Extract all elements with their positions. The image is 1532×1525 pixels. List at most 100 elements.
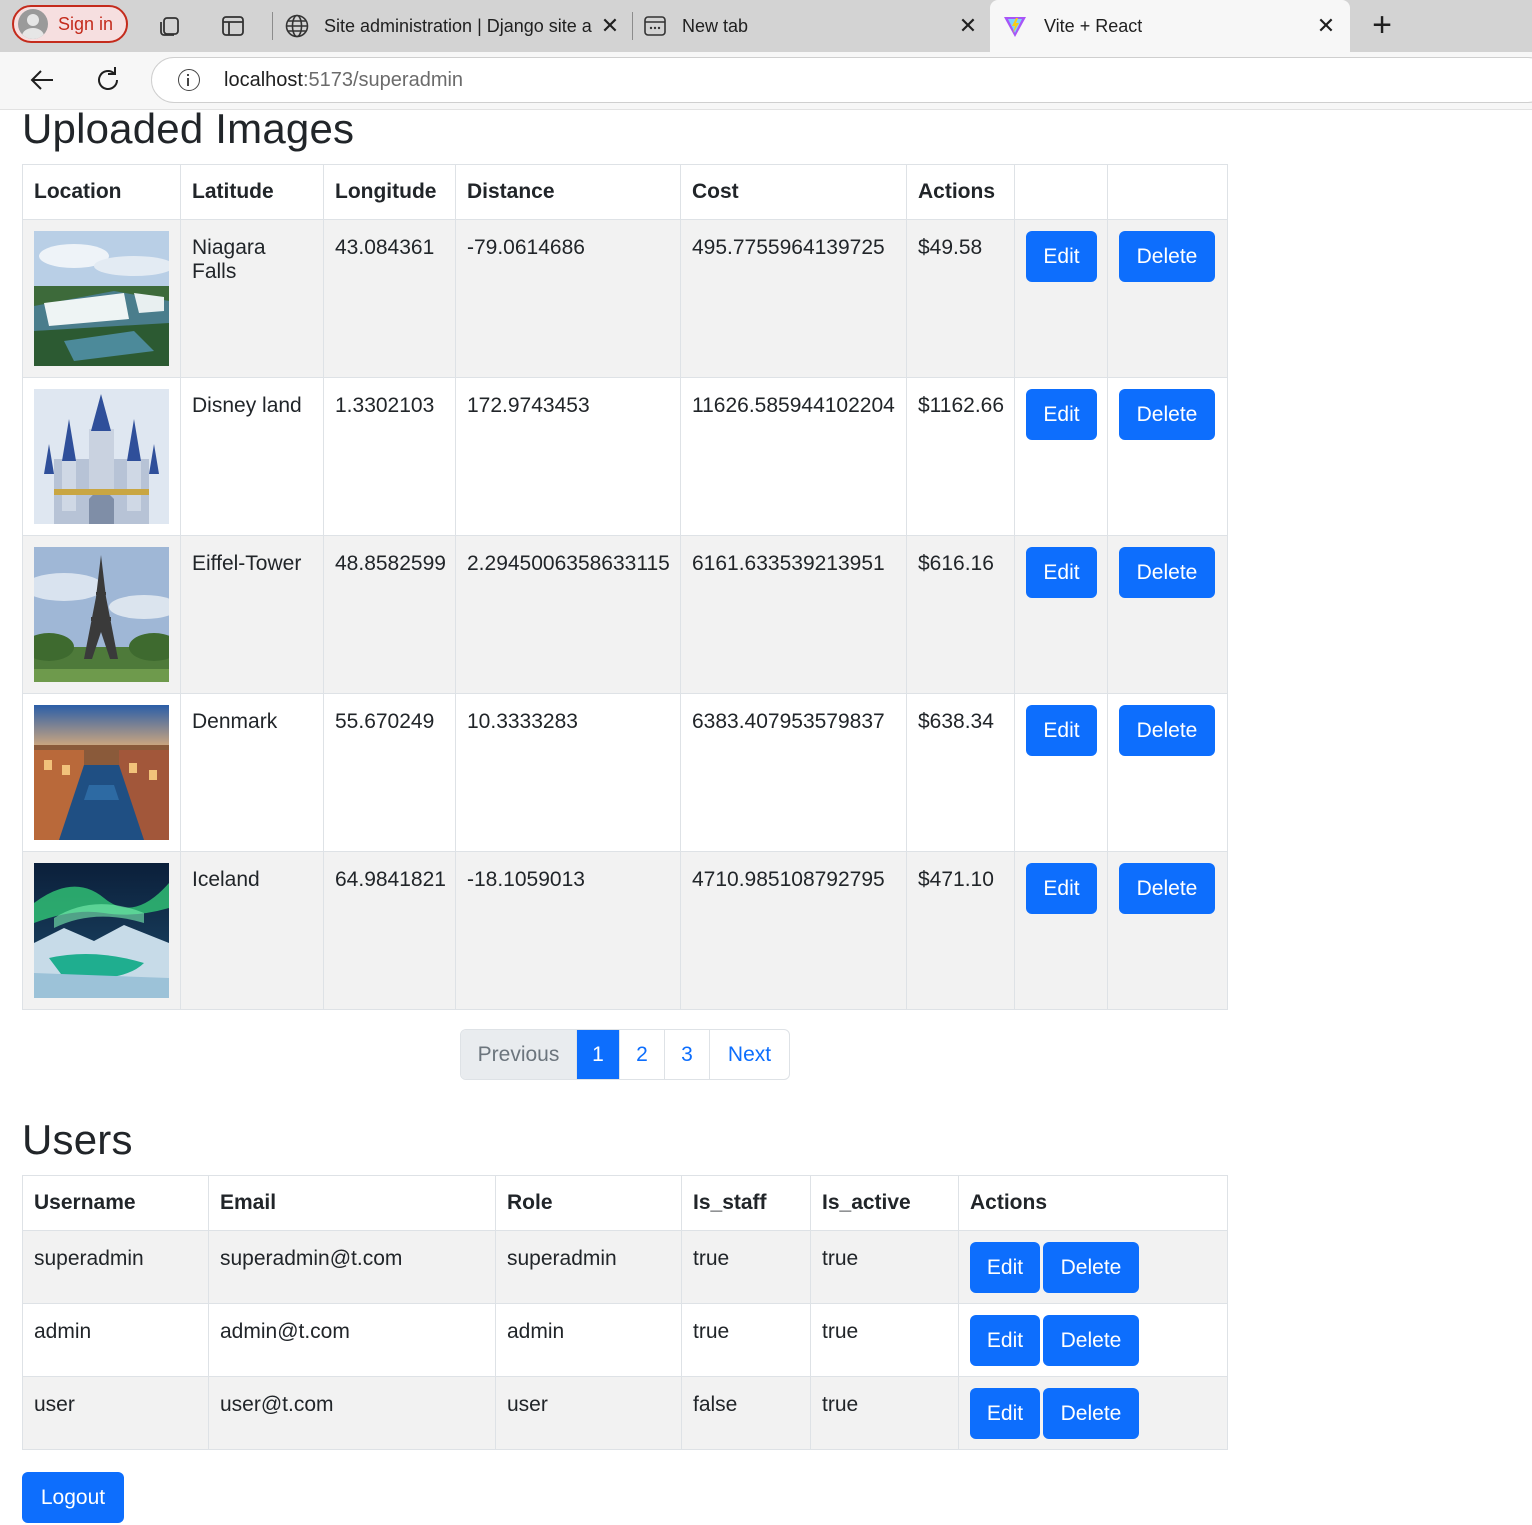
edit-image-button[interactable]: Edit <box>1026 863 1097 914</box>
delete-cell: Delete <box>1107 693 1228 852</box>
is-active-cell: true <box>810 1230 959 1304</box>
tab-vite-react[interactable]: Vite + React ✕ <box>990 0 1350 52</box>
edit-image-button[interactable]: Edit <box>1026 705 1097 756</box>
tab-separator <box>272 12 273 40</box>
globe-icon <box>285 14 309 38</box>
edit-cell: Edit <box>1014 693 1108 852</box>
cost-cell: $638.34 <box>906 693 1015 852</box>
tab-title: Site administration | Django site a <box>324 15 592 36</box>
is-active-cell: true <box>810 1303 959 1377</box>
pagination: Previous 1 2 3 Next <box>460 1029 790 1080</box>
delete-cell: Delete <box>1107 219 1228 378</box>
location-cell: Iceland <box>180 851 324 1010</box>
is-active-cell: true <box>810 1376 959 1450</box>
column-header: Location <box>22 164 181 220</box>
users-title: Users <box>22 1116 133 1163</box>
edit-image-button[interactable]: Edit <box>1026 547 1097 598</box>
edit-user-button[interactable]: Edit <box>970 1315 1040 1366</box>
edit-image-button[interactable]: Edit <box>1026 389 1097 440</box>
role-cell: admin <box>495 1303 682 1377</box>
uploaded-images-title: Uploaded Images <box>22 105 355 152</box>
distance-cell: 6161.633539213951 <box>680 535 907 694</box>
longitude-cell: 2.2945006358633115 <box>455 535 681 694</box>
eiffel-tower-photo <box>34 547 169 682</box>
table-row: Disney land 1.3302103 172.9743453 11626.… <box>22 377 1228 536</box>
page-content: Uploaded Images Location Latitude Longit… <box>0 105 1532 1525</box>
aurora-iceland-photo <box>34 863 169 998</box>
browser-tab-strip: Sign in Site administration | Django sit… <box>0 0 1532 52</box>
pagination-page-1[interactable]: 1 <box>577 1030 620 1079</box>
table-row: Iceland 64.9841821 -18.1059013 4710.9851… <box>22 851 1228 1010</box>
edit-user-button[interactable]: Edit <box>970 1242 1040 1293</box>
users-header-row: Username Email Role Is_staff Is_active A… <box>22 1175 1228 1231</box>
longitude-cell: -79.0614686 <box>455 219 681 378</box>
longitude-cell: -18.1059013 <box>455 851 681 1010</box>
close-tab-icon[interactable]: ✕ <box>956 14 980 38</box>
cost-cell: $1162.66 <box>906 377 1015 536</box>
uploaded-images-table: Location Latitude Longitude Distance Cos… <box>22 164 1228 1010</box>
is-staff-cell: true <box>681 1230 811 1304</box>
sign-in-button[interactable]: Sign in <box>12 5 128 43</box>
edit-cell: Edit <box>1014 535 1108 694</box>
url-field[interactable]: localhost:5173/superadmin <box>151 57 1532 103</box>
location-cell: Denmark <box>180 693 324 852</box>
delete-image-button[interactable]: Delete <box>1119 705 1215 756</box>
close-tab-icon[interactable]: ✕ <box>598 14 622 38</box>
tab-new-tab[interactable]: New tab ✕ <box>642 0 988 52</box>
workspaces-icon[interactable] <box>156 12 184 40</box>
reload-icon[interactable] <box>92 64 124 96</box>
column-header: Role <box>495 1175 682 1231</box>
latitude-cell: 64.9841821 <box>323 851 456 1010</box>
delete-cell: Delete <box>1107 851 1228 1010</box>
delete-user-button[interactable]: Delete <box>1043 1388 1139 1439</box>
table-row: Denmark 55.670249 10.3333283 6383.407953… <box>22 693 1228 852</box>
column-header: Username <box>22 1175 209 1231</box>
role-cell: superadmin <box>495 1230 682 1304</box>
table-row: Eiffel-Tower 48.8582599 2.29450063586331… <box>22 535 1228 694</box>
column-header: Is_staff <box>681 1175 811 1231</box>
image-cell <box>22 851 181 1010</box>
delete-image-button[interactable]: Delete <box>1119 231 1215 282</box>
latitude-cell: 55.670249 <box>323 693 456 852</box>
table-row: Niagara Falls 43.084361 -79.0614686 495.… <box>22 219 1228 378</box>
email-cell: superadmin@t.com <box>208 1230 496 1304</box>
tab-actions-icon[interactable] <box>219 12 247 40</box>
distance-cell: 11626.585944102204 <box>680 377 907 536</box>
pagination-page-3[interactable]: 3 <box>665 1030 710 1079</box>
delete-image-button[interactable]: Delete <box>1119 547 1215 598</box>
column-header: Latitude <box>180 164 324 220</box>
delete-user-button[interactable]: Delete <box>1043 1242 1139 1293</box>
email-cell: admin@t.com <box>208 1303 496 1377</box>
back-arrow-icon[interactable] <box>26 64 58 96</box>
edit-user-button[interactable]: Edit <box>970 1388 1040 1439</box>
delete-image-button[interactable]: Delete <box>1119 389 1215 440</box>
user-actions-cell: Edit Delete <box>958 1376 1228 1450</box>
distance-cell: 495.7755964139725 <box>680 219 907 378</box>
column-header-empty <box>1107 164 1228 220</box>
distance-cell: 6383.407953579837 <box>680 693 907 852</box>
tab-django-admin[interactable]: Site administration | Django site a ✕ <box>282 0 628 52</box>
site-info-icon[interactable] <box>178 69 200 91</box>
disney-castle-photo <box>34 389 169 524</box>
pagination-page-2[interactable]: 2 <box>620 1030 665 1079</box>
is-staff-cell: true <box>681 1303 811 1377</box>
is-staff-cell: false <box>681 1376 811 1450</box>
column-header: Actions <box>906 164 1015 220</box>
tab-title: Vite + React <box>1044 15 1143 36</box>
copenhagen-canal-photo <box>34 705 169 840</box>
username-cell: user <box>22 1376 209 1450</box>
user-actions-cell: Edit Delete <box>958 1303 1228 1377</box>
address-bar-row: localhost:5173/superadmin <box>0 52 1532 110</box>
close-tab-icon[interactable]: ✕ <box>1314 14 1338 38</box>
pagination-previous[interactable]: Previous <box>461 1030 577 1079</box>
cost-cell: $49.58 <box>906 219 1015 378</box>
edit-image-button[interactable]: Edit <box>1026 231 1097 282</box>
logout-button[interactable]: Logout <box>22 1472 124 1523</box>
new-tab-plus-icon[interactable]: + <box>1366 8 1398 42</box>
new-tab-icon <box>644 16 666 36</box>
pagination-next[interactable]: Next <box>710 1030 789 1079</box>
latitude-cell: 48.8582599 <box>323 535 456 694</box>
edit-cell: Edit <box>1014 851 1108 1010</box>
delete-user-button[interactable]: Delete <box>1043 1315 1139 1366</box>
delete-image-button[interactable]: Delete <box>1119 863 1215 914</box>
